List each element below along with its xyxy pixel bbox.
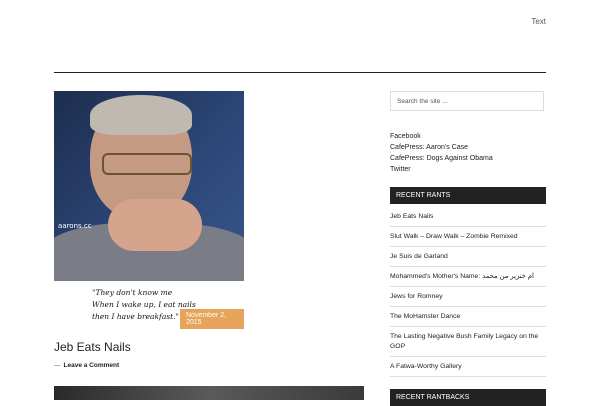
photo-glasses <box>102 153 192 175</box>
sidebar-link-cafepress-aarons-case[interactable]: CafePress: Aaron's Case <box>390 142 546 153</box>
rant-item[interactable]: The Lasting Negative Bush Family Legacy … <box>390 327 546 357</box>
rant-item[interactable]: Je Suis de Garland <box>390 247 546 267</box>
rant-item[interactable]: Slut Walk – Draw Walk – Zombie Remixed <box>390 227 546 247</box>
sidebar-link-facebook[interactable]: Facebook <box>390 131 546 142</box>
caption-line: "They don't know me <box>92 288 173 297</box>
rant-item[interactable]: A Fatwa-Worthy Gallery <box>390 357 546 377</box>
top-nav-link[interactable]: Text <box>531 17 546 26</box>
rant-item[interactable]: Jews for Romney <box>390 287 546 307</box>
sidebar-links: Facebook CafePress: Aaron's Case CafePre… <box>390 131 546 175</box>
header-divider <box>54 72 546 73</box>
featured-image[interactable]: aarons.cc "They don't know me When I wak… <box>54 91 244 329</box>
rant-item[interactable]: The MoHamster Dance <box>390 307 546 327</box>
search-input[interactable]: Search the site ... <box>390 91 544 111</box>
next-post-image[interactable] <box>54 386 364 400</box>
leave-comment-link[interactable]: Leave a Comment <box>64 362 120 369</box>
photo-hands <box>108 199 202 251</box>
recent-rants-title: Recent Rants <box>390 187 546 204</box>
post-meta: — Leave a Comment <box>54 362 364 369</box>
post-photo: aarons.cc <box>54 91 244 281</box>
rant-item[interactable]: Mohammed's Mother's Name: ام خنزير من مح… <box>390 267 546 287</box>
post-title[interactable]: Jeb Eats Nails <box>54 340 364 354</box>
recent-rants-list: Jeb Eats Nails Slut Walk – Draw Walk – Z… <box>390 207 546 377</box>
post-date-badge[interactable]: November 2, 2015 <box>180 309 244 329</box>
dash-glyph: — <box>54 362 61 369</box>
sidebar-link-twitter[interactable]: Twitter <box>390 164 546 175</box>
sidebar: Search the site ... Facebook CafePress: … <box>390 91 546 406</box>
sidebar-link-cafepress-dogs[interactable]: CafePress: Dogs Against Obama <box>390 153 546 164</box>
photo-watermark: aarons.cc <box>58 222 92 230</box>
main-content: aarons.cc "They don't know me When I wak… <box>54 91 364 369</box>
photo-hair <box>90 95 192 135</box>
recent-rantbacks-title: Recent Rantbacks <box>390 389 546 406</box>
rant-item[interactable]: Jeb Eats Nails <box>390 207 546 227</box>
